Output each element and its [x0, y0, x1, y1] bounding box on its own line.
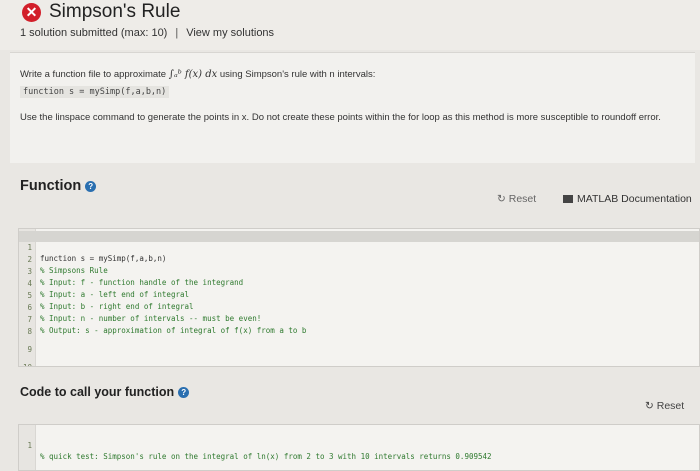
description-line-1: Write a function file to approximate ∫ₐᵇ…	[20, 69, 375, 80]
call-code-editor[interactable]: 1 % quick test: Simpson's rule on the in…	[18, 424, 700, 471]
code-text: % quick test: Simpson's rule on the inte…	[40, 452, 492, 461]
code-line[interactable]: 2 % Simpsons Rule	[19, 243, 699, 275]
call-section-title: Code to call your function?	[20, 385, 190, 399]
submission-info: 1 solution submitted (max: 10) | View my s…	[20, 27, 274, 39]
code-line[interactable]: 10	[19, 351, 699, 366]
function-signature: function s = mySimp(f,a,b,n)	[20, 86, 170, 98]
code-line[interactable]: 9	[19, 333, 699, 354]
integral-expression: ∫ₐᵇ f(x) dx	[168, 69, 218, 80]
reset-icon: ↻	[645, 400, 654, 412]
description-suffix: using Simpson's rule with n intervals:	[219, 69, 376, 80]
code-line[interactable]: 1 % quick test: Simpson's rule on the in…	[19, 429, 699, 461]
info-icon[interactable]: ?	[85, 181, 97, 192]
code-line[interactable]: 5 % Input: b - right end of integral	[19, 279, 699, 311]
reset-label: Reset	[656, 400, 685, 412]
function-code-editor[interactable]: 1 function s = mySimp(f,a,b,n) 2 % Simps…	[18, 228, 700, 367]
code-line[interactable]: 4 % Input: a - left end of integral	[19, 267, 699, 299]
documentation-label: MATLAB Documentation	[577, 193, 692, 205]
code-line[interactable]: 6 % Input: n - number of intervals -- mu…	[19, 291, 699, 323]
line-number: 10	[19, 362, 32, 366]
reset-icon: ↻	[497, 193, 506, 205]
function-heading: Function	[20, 178, 82, 194]
code-line[interactable]: 3 % Input: f - function handle of the in…	[19, 255, 699, 287]
description-line-2: Use the linspace command to generate the…	[20, 112, 661, 123]
code-line[interactable]: 1 function s = mySimp(f,a,b,n)	[19, 231, 699, 263]
call-reset-button[interactable]: ↻ Reset	[645, 400, 684, 412]
matlab-documentation-button[interactable]: MATLAB Documentation	[563, 193, 692, 205]
page-title: Simpson's Rule	[49, 1, 181, 22]
function-section-title: Function?	[20, 178, 97, 194]
solution-count: 1 solution submitted (max: 10)	[20, 27, 168, 39]
book-icon	[563, 195, 573, 203]
reset-label: Reset	[508, 193, 537, 205]
problem-header: ✕ Simpson's Rule 1 solution submitted (m…	[0, 0, 700, 50]
code-line[interactable]: 7 % Output: s - approximation of integra…	[19, 303, 699, 335]
code-line[interactable]: 8	[19, 315, 699, 336]
info-icon[interactable]: ?	[178, 387, 190, 398]
separator: |	[175, 27, 179, 39]
description-prefix: Write a function file to approximate	[20, 69, 167, 80]
call-heading: Code to call your function	[20, 385, 175, 399]
function-reset-button[interactable]: ↻ Reset	[497, 193, 536, 205]
line-number: 1	[27, 441, 32, 450]
x-circle-icon: ✕	[22, 3, 41, 22]
view-solutions-link[interactable]: View my solutions	[186, 27, 274, 39]
